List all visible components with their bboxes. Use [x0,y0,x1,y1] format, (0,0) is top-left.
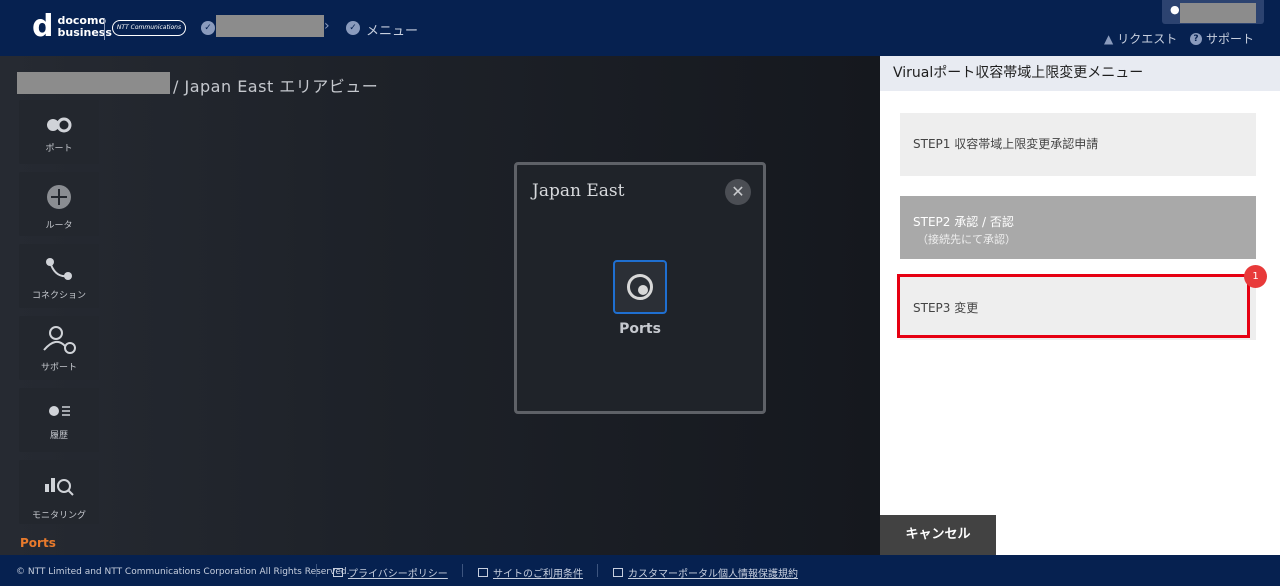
docomo-business-logo[interactable]: d docomo business [32,9,112,44]
port-icon [47,117,72,133]
docomo-d-icon: d [32,9,54,44]
footer-divider [597,564,598,577]
sidebar-item-history[interactable]: 履歴 [19,388,99,452]
bell-icon: ▲ [1104,31,1114,46]
step2-button[interactable]: STEP2 承認 / 否認 （接続先にて承認） [900,196,1256,259]
sidebar-item-connection[interactable]: コネクション [19,244,99,308]
right-panel: Virualポート収容帯域上限変更メニュー STEP1 収容帯域上限変更承認申請… [880,56,1280,555]
request-label: リクエスト [1117,32,1178,46]
copyright: © NTT Limited and NTT Communications Cor… [16,567,350,577]
privacy-policy-label: プライバシーポリシー [348,569,448,580]
cancel-button[interactable]: キャンセル [880,515,996,555]
sidebar-item-label: 履歴 [49,431,68,441]
footer: © NTT Limited and NTT Communications Cor… [0,555,1280,586]
breadcrumb-check-icon: ✓ [201,21,215,35]
ntt-logo: NTT Communications [112,20,186,36]
breadcrumb-redacted[interactable] [216,15,324,37]
page-title: / Japan East エリアビュー [173,77,379,96]
sidebar-item-router[interactable]: ルータ [19,172,99,236]
history-icon [49,406,70,416]
terms-label: サイトのご利用条件 [493,569,583,580]
request-link[interactable]: ▲ リクエスト [1104,30,1177,47]
customer-privacy-link[interactable]: カスタマーポータル個人情報保護規約 [613,565,798,580]
step3-button[interactable]: STEP3 変更 [900,277,1256,340]
ports-label: Ports [619,321,661,337]
connection-icon [46,258,72,280]
breadcrumb-menu[interactable]: メニュー [366,20,418,39]
external-link-icon [333,568,343,577]
logo-divider [104,18,105,40]
help-icon: ? [1190,32,1202,45]
sidebar-item-port[interactable]: ポート [19,100,99,164]
sidebar-item-label: ルータ [45,221,73,231]
external-link-icon [478,568,488,577]
page-title-redacted [17,72,170,94]
support-icon [43,326,76,354]
step2-title: STEP2 承認 / 否認 [913,215,1014,229]
monitoring-icon [45,478,74,496]
sidebar-item-monitoring[interactable]: モニタリング [19,460,99,524]
modal-title: Japan East [532,181,625,201]
sidebar-item-label: サポート [40,363,77,373]
support-link[interactable]: ? サポート [1190,30,1254,47]
customer-privacy-label: カスタマーポータル個人情報保護規約 [628,569,798,580]
terms-link[interactable]: サイトのご利用条件 [478,565,583,580]
user-menu[interactable]: ● [1162,0,1264,24]
footer-divider [316,564,317,577]
step1-button[interactable]: STEP1 収容帯域上限変更承認申請 [900,113,1256,176]
sidebar-item-label: モニタリング [31,511,86,521]
main-area: / Japan East エリアビュー ポート ルータ コネクション サポート [0,56,880,555]
ports-link[interactable]: Ports [20,536,56,550]
breadcrumb-check-icon-2: ✓ [346,21,360,35]
user-icon: ● [1170,3,1180,16]
router-icon [47,185,71,209]
privacy-policy-link[interactable]: プライバシーポリシー [333,565,448,580]
step2-subtitle: （接続先にて承認） [917,233,1016,246]
footer-divider [462,564,463,577]
step-badge: 1 [1244,265,1267,288]
sidebar-item-label: コネクション [31,291,86,301]
top-header: d docomo business NTT Communications ✓ ›… [0,0,1280,56]
user-name-redacted [1180,3,1256,23]
external-link-icon [613,568,623,577]
sidebar-item-support[interactable]: サポート [19,316,99,380]
support-label: サポート [1206,32,1255,46]
port-icon [627,274,653,300]
sidebar-item-label: ポート [45,144,73,154]
area-modal: Japan East ✕ Ports [514,162,766,414]
panel-title: Virualポート収容帯域上限変更メニュー [880,56,1280,91]
breadcrumb-chevron-icon: › [324,18,330,34]
close-icon[interactable]: ✕ [725,179,751,205]
ports-button[interactable] [613,260,667,314]
